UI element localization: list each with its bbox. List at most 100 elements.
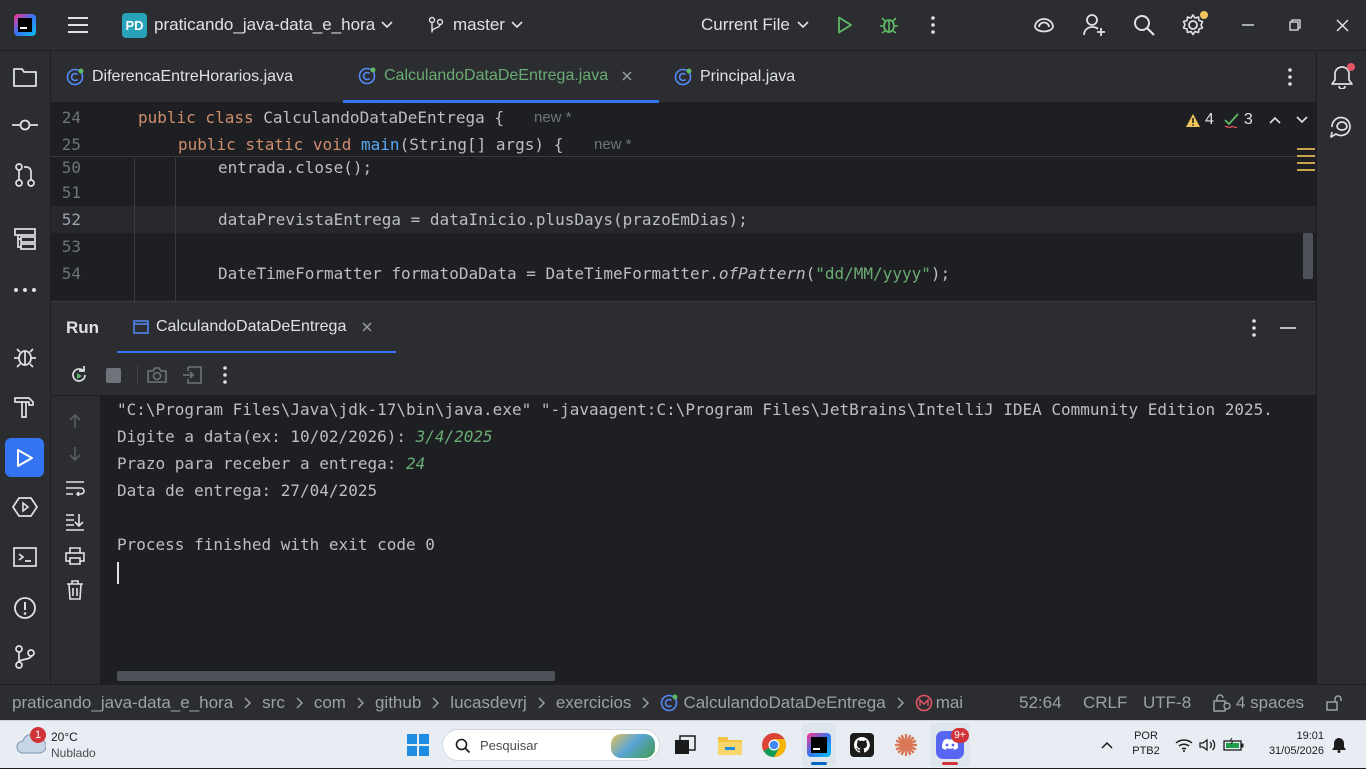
show-hidden-icons-chevron[interactable] (1096, 721, 1118, 769)
git-icon[interactable] (11, 643, 39, 671)
breadcrumb-item[interactable]: com (314, 693, 346, 713)
indent-guide (134, 158, 135, 301)
structure-icon[interactable] (11, 225, 39, 253)
ai-chat-icon[interactable] (1328, 113, 1356, 141)
breadcrumb-item[interactable]: src (262, 693, 285, 713)
run-tool-icon[interactable] (5, 438, 44, 477)
file-explorer-icon[interactable] (714, 721, 746, 769)
close-run-tab-icon[interactable] (362, 322, 372, 332)
intellij-logo-icon[interactable] (14, 14, 36, 36)
settings-icon[interactable] (1180, 11, 1208, 38)
scroll-up-icon[interactable] (64, 410, 86, 432)
language-indicator[interactable]: POR PTB2 (1128, 729, 1164, 761)
tab-diferenca-entre-horarios[interactable]: DiferencaEntreHorarios.java (66, 51, 293, 103)
file-encoding[interactable]: UTF-8 (1143, 685, 1191, 721)
console-prompt: Digite a data(ex: 10/02/2026): (117, 427, 416, 446)
build-hammer-icon[interactable] (11, 393, 39, 421)
intellij-taskbar-icon[interactable] (802, 723, 836, 767)
branch-widget[interactable]: master (428, 12, 523, 38)
soft-wrap-icon[interactable] (64, 477, 86, 499)
problems-icon[interactable] (11, 594, 39, 622)
caret-position[interactable]: 52:64 (1019, 685, 1062, 721)
hide-panel-icon[interactable] (1276, 316, 1300, 340)
breadcrumb-item[interactable]: praticando_java-data_e_hora (12, 693, 233, 713)
main-menu-icon[interactable] (66, 13, 90, 37)
notifications-icon[interactable] (1328, 63, 1356, 91)
code-line: 53 (51, 233, 1316, 260)
rerun-icon[interactable] (68, 364, 90, 386)
claude-icon[interactable] (890, 721, 922, 769)
run-config-selector[interactable]: Current File (701, 12, 809, 38)
project-name: praticando_java-data_e_hora (154, 15, 376, 34)
clock[interactable]: 19:01 31/05/2026 (1256, 729, 1324, 761)
commit-icon[interactable] (11, 111, 39, 139)
breadcrumb-item[interactable]: mai (936, 693, 963, 713)
editor-scrollbar-thumb[interactable] (1303, 233, 1313, 279)
search-icon[interactable] (1131, 12, 1157, 38)
breadcrumb-item[interactable]: exercicios (556, 693, 632, 713)
restore-button[interactable] (1283, 13, 1307, 37)
console-hscrollbar-thumb[interactable] (117, 671, 555, 681)
run-panel-options-icon[interactable] (1242, 316, 1266, 340)
scroll-to-end-icon[interactable] (64, 511, 86, 533)
print-icon[interactable] (64, 545, 86, 567)
next-problem-icon[interactable] (1296, 116, 1308, 124)
notification-center-icon[interactable] (1328, 721, 1350, 769)
wifi-icon[interactable] (1174, 721, 1194, 769)
console-output[interactable]: "C:\Program Files\Java\jdk-17\bin\java.e… (100, 396, 1316, 684)
volume-icon[interactable] (1198, 721, 1218, 769)
terminal-icon[interactable] (11, 543, 39, 571)
task-view-icon[interactable] (670, 721, 700, 769)
run-tab-calculando[interactable]: CalculandoDataDeEntrega (117, 302, 396, 354)
run-icon[interactable] (833, 13, 857, 37)
run-more-icon[interactable] (214, 364, 236, 386)
battery-icon[interactable] (1222, 721, 1246, 769)
code-editor[interactable]: 50 entrada.close(); 51 52 dataPrevistaEntr… (51, 103, 1316, 301)
more-actions-icon[interactable] (921, 13, 945, 37)
breadcrumb-item[interactable]: CalculandoDataDeEntrega (683, 693, 885, 713)
close-window-button[interactable] (1330, 13, 1354, 37)
camera-icon[interactable] (146, 364, 168, 386)
indent-widget[interactable]: 4 spaces (1213, 685, 1304, 721)
stop-icon[interactable] (102, 364, 124, 386)
more-tool-windows-icon[interactable] (11, 276, 39, 304)
breadcrumb-item[interactable]: lucasdevrj (450, 693, 527, 713)
inspection-widget[interactable]: 4 3 (1185, 110, 1308, 130)
ai-assistant-icon[interactable] (1031, 13, 1057, 39)
tabs-more-icon[interactable] (1278, 65, 1302, 89)
line-ending[interactable]: CRLF (1083, 685, 1127, 721)
weather-widget[interactable]: 1 20°C Nublado (16, 727, 126, 763)
language-label: POR (1134, 730, 1158, 742)
tab-principal[interactable]: Principal.java (674, 51, 795, 103)
close-tab-icon[interactable] (622, 71, 632, 81)
read-only-lock-icon[interactable] (1325, 693, 1345, 713)
discord-icon[interactable]: 9+ (930, 723, 970, 767)
trash-icon[interactable] (64, 579, 86, 601)
code-line: 50 entrada.close(); (51, 154, 1316, 181)
breadcrumb-item[interactable]: github (375, 693, 421, 713)
restore-layout-icon[interactable] (181, 364, 203, 386)
line-number: 25 (61, 135, 81, 154)
title-bar: PD praticando_java-data_e_hora master Cu… (0, 0, 1366, 51)
minimize-button[interactable] (1236, 13, 1260, 37)
project-widget[interactable]: PD praticando_java-data_e_hora (122, 12, 393, 38)
pull-requests-icon[interactable] (11, 161, 39, 189)
taskbar-search-box[interactable]: Pesquisar (442, 729, 660, 761)
add-user-icon[interactable] (1081, 12, 1107, 38)
windows-start-icon[interactable] (402, 721, 434, 769)
debug-icon[interactable] (877, 13, 901, 37)
clock-time: 19:01 (1296, 730, 1324, 742)
github-desktop-icon[interactable] (846, 721, 878, 769)
line-code: entrada.close(); (218, 158, 373, 177)
previous-problem-icon[interactable] (1269, 116, 1281, 124)
line-number: 51 (61, 183, 81, 202)
line-number: 52 (61, 210, 81, 229)
weather-condition: Nublado (51, 746, 96, 760)
project-folder-icon[interactable] (11, 63, 39, 91)
services-icon[interactable] (11, 493, 39, 521)
code-line: 51 (51, 179, 1316, 206)
debug-tool-icon[interactable] (11, 343, 39, 371)
tab-calculando-data-de-entrega[interactable]: CalculandoDataDeEntrega.java (343, 51, 659, 103)
scroll-down-icon[interactable] (64, 443, 86, 465)
chrome-icon[interactable] (758, 721, 790, 769)
